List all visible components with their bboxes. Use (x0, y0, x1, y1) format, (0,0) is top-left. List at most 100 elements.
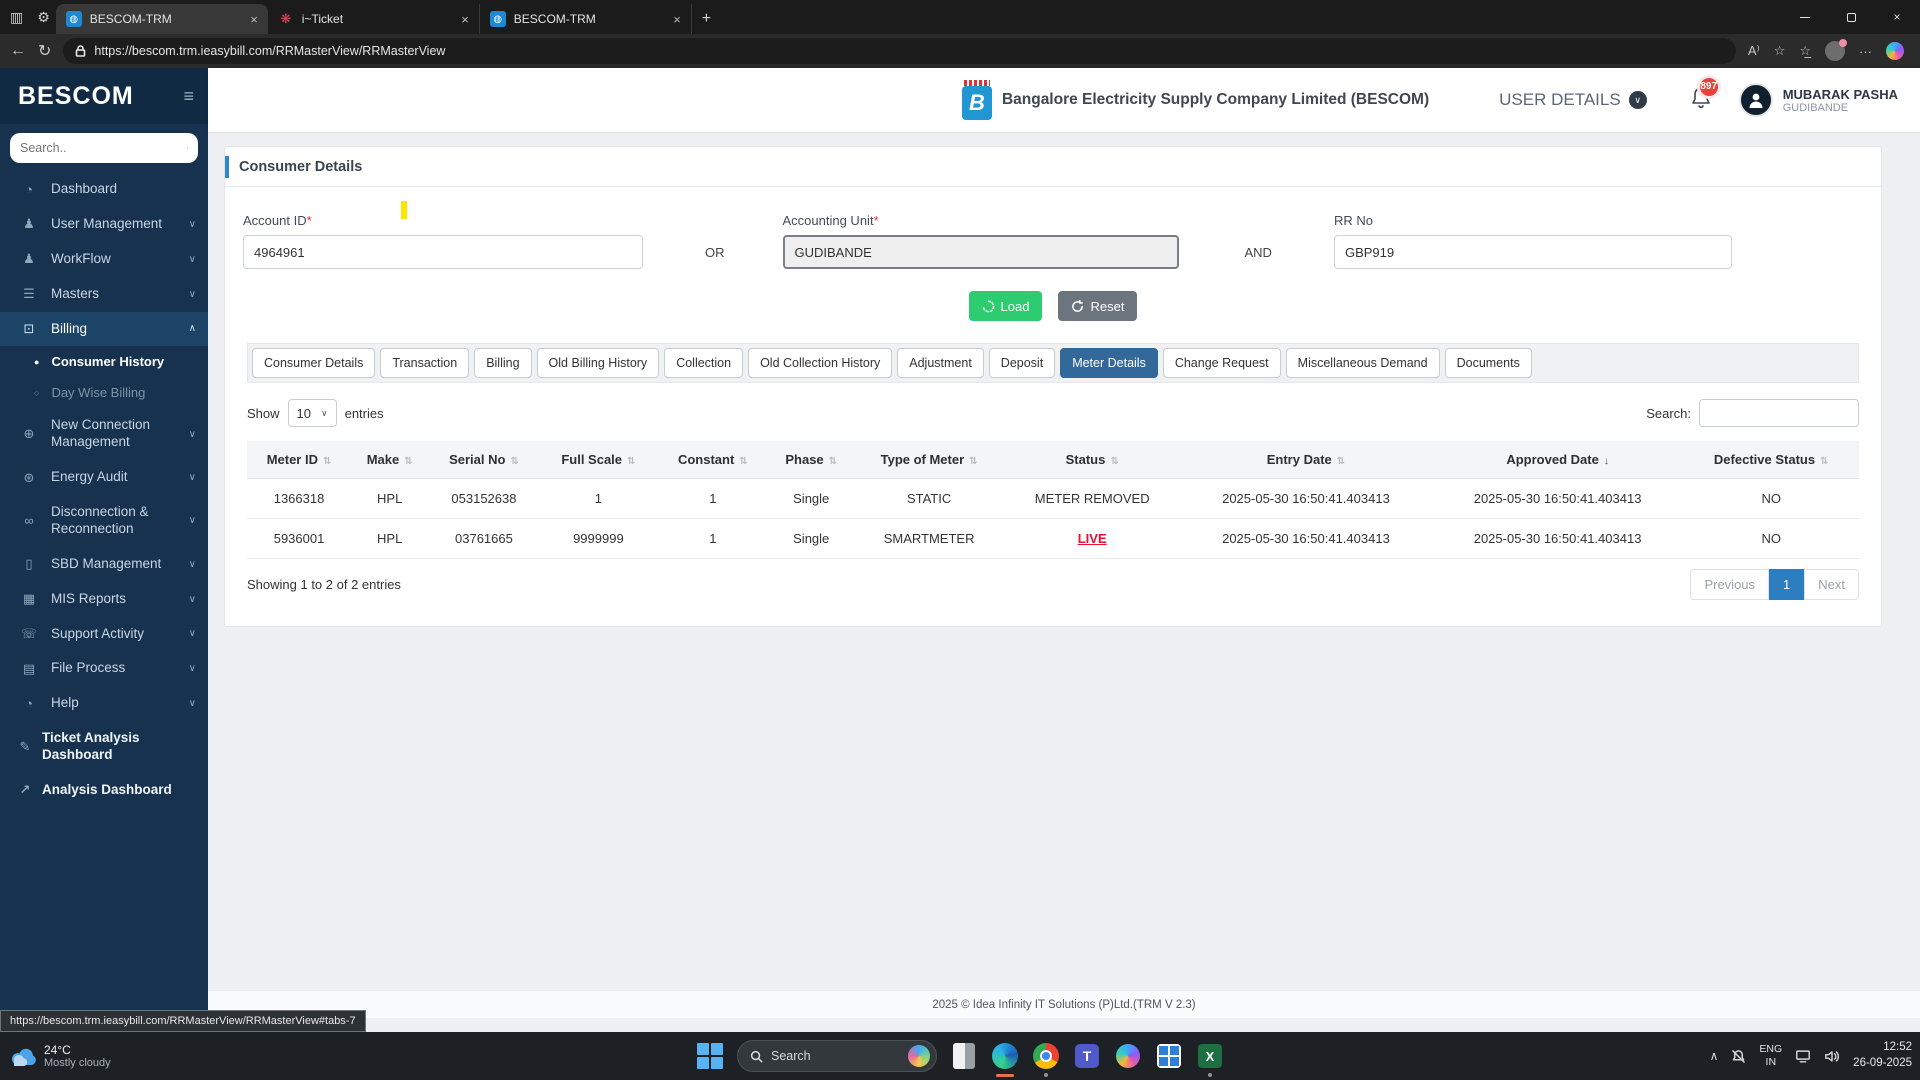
browser-tab-title: BESCOM-TRM (89, 12, 172, 26)
notifications-off-icon[interactable] (1731, 1049, 1746, 1064)
back-icon[interactable]: ← (10, 42, 26, 60)
col-meter-id[interactable]: Meter ID ⇅ (247, 441, 352, 479)
user-icon: ♟ (23, 216, 35, 232)
browser-tab-2[interactable]: ❋ i~Ticket × (268, 4, 480, 34)
tab-old-collection-history[interactable]: Old Collection History (748, 348, 893, 378)
taskbar-search[interactable]: Search (737, 1040, 937, 1072)
user-details-dropdown[interactable]: USER DETAILS ∨ (1499, 90, 1647, 110)
start-button[interactable] (696, 1042, 724, 1070)
excel-taskbar-icon[interactable]: X (1196, 1042, 1224, 1077)
browser-tab-1[interactable]: ◍ BESCOM-TRM × (55, 4, 268, 34)
sidebar-item-file-process[interactable]: ▤ File Process ∨ (0, 651, 208, 686)
tab-old-billing-history[interactable]: Old Billing History (536, 348, 660, 378)
browser-profile-avatar[interactable] (1825, 39, 1847, 61)
sidebar-item-support-activity[interactable]: ☏ Support Activity ∨ (0, 617, 208, 652)
new-tab-button[interactable]: + (692, 10, 725, 34)
refresh-icon[interactable]: ↻ (38, 41, 51, 61)
notifications-bell[interactable]: 897 (1689, 74, 1721, 116)
sidebar-toggle-hamburger-icon[interactable]: ≡ (183, 86, 194, 107)
app-grid-icon[interactable] (1155, 1042, 1183, 1070)
edge-taskbar-icon[interactable] (991, 1042, 1019, 1077)
sidebar-item-sbd-management[interactable]: ▯ SBD Management ∨ (0, 547, 208, 582)
col-constant[interactable]: Constant ⇅ (657, 441, 769, 479)
tab-close-icon[interactable]: × (250, 12, 258, 27)
sidebar-item-billing[interactable]: ⊡ Billing ∧ (0, 311, 208, 347)
next-page-button[interactable]: Next (1804, 569, 1859, 600)
sidebar-item-user-management[interactable]: ♟ User Management ∨ (0, 207, 208, 242)
tab-close-icon[interactable]: × (461, 12, 469, 27)
tab-change-request[interactable]: Change Request (1162, 348, 1281, 378)
tab-collection[interactable]: Collection (664, 348, 744, 378)
current-page-button[interactable]: 1 (1769, 569, 1805, 600)
table-search-input[interactable] (1699, 399, 1859, 427)
tab-adjustment[interactable]: Adjustment (897, 348, 984, 378)
accounting-unit-field[interactable] (782, 235, 1179, 269)
tab-miscellaneous-demand[interactable]: Miscellaneous Demand (1285, 348, 1440, 378)
account-id-field[interactable] (243, 235, 643, 269)
avatar[interactable] (1738, 83, 1773, 117)
sidebar-item-disconnection-reconnection[interactable]: ∞ Disconnection & Reconnection ∨ (0, 495, 208, 547)
tab-deposit[interactable]: Deposit (988, 348, 1056, 378)
sidebar-item-energy-audit[interactable]: ⊛ Energy Audit ∨ (0, 460, 208, 495)
address-bar[interactable]: https://bescom.trm.ieasybill.com/RRMaste… (63, 38, 1736, 64)
page-size-select[interactable]: 10 ∨ (287, 399, 337, 427)
sidebar-item-consumer-history[interactable]: ● Consumer History (0, 346, 208, 377)
sidebar-item-day-wise-billing[interactable]: ○ Day Wise Billing (0, 377, 208, 408)
tab-meter-details[interactable]: Meter Details (1060, 348, 1158, 378)
more-menu-icon[interactable]: ··· (1859, 44, 1872, 59)
previous-page-button[interactable]: Previous (1690, 569, 1770, 600)
sidebar-item-help[interactable]: ◔ Help ∨ (0, 686, 208, 721)
tab-actions-icon[interactable]: ▥ (10, 9, 23, 26)
volume-icon[interactable] (1824, 1049, 1840, 1063)
window-minimize-button[interactable] (1782, 0, 1828, 34)
weather-widget[interactable]: 24°C Mostly cloudy (10, 1043, 111, 1069)
col-status[interactable]: Status ⇅ (1004, 441, 1181, 479)
read-aloud-icon[interactable]: A⁾ (1748, 43, 1760, 59)
col-make[interactable]: Make ⇅ (351, 441, 429, 479)
company-name: Bangalore Electricity Supply Company Lim… (1001, 91, 1430, 108)
tray-chevron-up-icon[interactable]: ∧ (1710, 1049, 1719, 1063)
tab-consumer-details[interactable]: Consumer Details (252, 348, 376, 378)
col-approved-date[interactable]: Approved Date ↓ (1431, 441, 1684, 479)
chrome-taskbar-icon[interactable] (1032, 1042, 1060, 1077)
window-maximize-button[interactable] (1828, 0, 1874, 34)
col-type-of-meter[interactable]: Type of Meter ⇅ (853, 441, 1005, 479)
window-close-button[interactable]: × (1874, 0, 1920, 34)
entries-label: entries (344, 405, 384, 421)
sidebar-item-masters[interactable]: ☰ Masters ∨ (0, 277, 208, 312)
sidebar-item-analysis-dashboard[interactable]: ↗ Analysis Dashboard (0, 773, 208, 808)
sidebar-item-workflow[interactable]: ♟ WorkFlow ∨ (0, 242, 208, 277)
tab-close-icon[interactable]: × (673, 12, 681, 27)
col-serial-no[interactable]: Serial No ⇅ (428, 441, 540, 479)
browser-tab-3[interactable]: ◍ BESCOM-TRM × (480, 4, 692, 34)
rr-no-field[interactable] (1333, 235, 1732, 269)
language-indicator[interactable]: ENG IN (1759, 1043, 1782, 1068)
col-entry-date[interactable]: Entry Date ⇅ (1180, 441, 1432, 479)
clock[interactable]: 12:52 26-09-2025 (1853, 1040, 1912, 1071)
accounting-unit-label: Accounting Unit (782, 213, 874, 228)
sidebar-search[interactable] (10, 133, 198, 163)
teams-taskbar-icon[interactable]: T (1073, 1042, 1101, 1070)
tab-billing[interactable]: Billing (474, 348, 532, 378)
sidebar-item-new-connection-management[interactable]: ⊕ New Connection Management ∨ (0, 408, 208, 460)
required-asterisk: * (873, 213, 879, 228)
sidebar-item-mis-reports[interactable]: ▦ MIS Reports ∨ (0, 582, 208, 617)
col-phase[interactable]: Phase ⇅ (768, 441, 854, 479)
favorite-star-icon[interactable]: ☆ (1774, 43, 1786, 59)
col-full-scale[interactable]: Full Scale ⇅ (539, 441, 658, 479)
collections-icon[interactable]: ☆̲ (1799, 43, 1811, 59)
tab-documents[interactable]: Documents (1444, 348, 1532, 378)
sidebar-search-input[interactable] (20, 141, 181, 155)
load-button[interactable]: Load (968, 291, 1043, 321)
copilot-icon[interactable] (1886, 42, 1904, 60)
reset-button[interactable]: Reset (1058, 291, 1138, 321)
browser-settings-gear-icon[interactable]: ⚙ (37, 9, 50, 26)
col-defective-status[interactable]: Defective Status ⇅ (1683, 441, 1859, 479)
tab-transaction[interactable]: Transaction (380, 348, 470, 378)
app-window-icon[interactable] (950, 1042, 978, 1070)
sidebar-item-ticket-analysis-dashboard[interactable]: ✎ Ticket Analysis Dashboard (0, 721, 208, 773)
copilot-taskbar-icon[interactable] (1114, 1042, 1142, 1070)
sidebar-item-dashboard[interactable]: ◔ Dashboard (0, 172, 208, 207)
network-icon[interactable] (1795, 1049, 1811, 1063)
live-status-link[interactable]: LIVE (1078, 531, 1107, 546)
